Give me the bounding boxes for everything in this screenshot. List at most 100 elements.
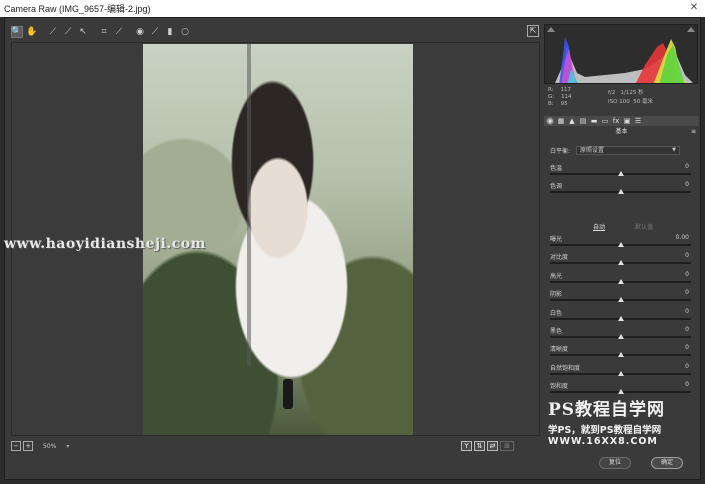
camera-calibration-icon[interactable]: ▣ (623, 117, 631, 125)
tone-curve-icon[interactable]: ▦ (557, 117, 565, 125)
slider-thumb[interactable] (617, 334, 624, 339)
before-after-toggle-button[interactable]: Y (461, 441, 472, 451)
slider-label: 饱和度 (550, 383, 569, 391)
highlight-clipping-warning-icon[interactable] (687, 27, 695, 32)
slider-row: 曝光 0.00 (550, 234, 693, 254)
r-label: R: (548, 87, 554, 93)
slider-label: 曝光 (550, 236, 563, 243)
targeted-adjust-icon[interactable]: ↖ (77, 26, 89, 38)
slider-label: 高光 (550, 272, 563, 280)
zoom-level[interactable]: 50% (43, 443, 56, 450)
window-close-icon[interactable]: ✕ (687, 2, 701, 14)
zoom-icon[interactable]: 🔍 (11, 26, 23, 38)
zoom-out-button[interactable]: − (11, 441, 21, 451)
hsl-icon[interactable]: ▤ (579, 117, 587, 125)
white-balance-label: 白平衡: (550, 147, 571, 155)
exif-line-1: f/2 1/125 秒 (608, 89, 653, 98)
white-balance-value: 原照设置 (580, 146, 605, 154)
slider-thumb[interactable] (617, 171, 624, 176)
basic-icon[interactable]: ◉ (546, 117, 554, 125)
slider-row: 白色 0 (550, 308, 693, 328)
slider-thumb[interactable] (617, 315, 624, 321)
default-link[interactable]: 默认值 (635, 222, 653, 231)
slider-value-field[interactable]: 0 (685, 163, 689, 170)
swap-settings-button[interactable]: ⇅ (474, 441, 485, 451)
slider-thumb[interactable] (617, 297, 624, 303)
slider-thumb[interactable] (617, 278, 624, 284)
slider-thumb[interactable] (617, 189, 624, 194)
brand-watermark-slogan: 学PS，就到PS教程自学网 (548, 425, 662, 436)
slider-row: 高光 0 (550, 271, 693, 291)
panel-menu-icon[interactable]: ≡ (691, 127, 696, 136)
brand-watermark-title: PS教程自学网 (548, 400, 666, 420)
panel-header: 基本 ≡ (544, 127, 699, 136)
ok-button-wrap: 确定 (651, 457, 684, 469)
copy-settings-button[interactable]: ⇄ (487, 441, 498, 451)
g-readout: G: 114 (548, 94, 572, 101)
iso-value: ISO 100 (608, 99, 630, 105)
view-buttons: Y ⇅ ⇄ ⊞ (459, 441, 514, 451)
slider-label: 色调 (550, 183, 563, 190)
slider-value-field[interactable]: 0.00 (676, 234, 689, 241)
reset-button[interactable]: 复位 (599, 457, 632, 469)
slider-label: 清晰度 (550, 346, 569, 354)
presets-icon[interactable]: ☰ (634, 117, 642, 125)
slider-value-field[interactable]: 0 (685, 308, 689, 315)
zoom-in-button[interactable]: + (23, 441, 33, 451)
slider-row: 黑色 0 (550, 326, 693, 346)
lens-icon[interactable]: ▭ (601, 117, 609, 125)
slider-value-field[interactable]: 0 (685, 344, 689, 351)
slider-value-field[interactable]: 0 (685, 363, 689, 370)
slider-label: 色温 (550, 165, 563, 172)
effects-icon[interactable]: fx (612, 117, 620, 125)
slider-value-field[interactable]: 0 (685, 181, 689, 188)
slider-row: 对比度 0 (550, 252, 693, 272)
r-readout: R: 117 (548, 87, 572, 94)
split-toning-icon[interactable]: ▬ (590, 117, 598, 125)
ok-button[interactable]: 确定 (651, 457, 684, 469)
histogram-graph (555, 37, 693, 83)
slider-row: 色调 0 (550, 181, 693, 201)
detail-icon[interactable]: ▲ (568, 117, 576, 125)
hand-icon[interactable]: ✋ (26, 26, 38, 38)
zoom-dropdown-icon[interactable]: ▾ (66, 443, 69, 450)
rgb-readout: R: 117 G: 114 B: 95 (548, 87, 572, 108)
slider-row: 清晰度 0 (550, 344, 693, 364)
slider-value-field[interactable]: 0 (685, 289, 689, 296)
preview-statusbar: − + 50% ▾ Y ⇅ ⇄ ⊞ (11, 439, 540, 453)
chevron-down-icon: ▼ (672, 146, 677, 153)
auto-link[interactable]: 自动 (593, 222, 605, 231)
panel-title: 基本 (615, 128, 628, 135)
toolbar: 🔍 ✋ ⟋ ⟋ ↖ ⌗ ⟋ ◉ ⟋ ▮ ○ ⇱ (11, 24, 539, 40)
slider-label: 对比度 (550, 254, 569, 262)
slider-value-field[interactable]: 0 (685, 381, 689, 388)
slider-thumb[interactable] (617, 370, 624, 376)
slider-value-field[interactable]: 0 (685, 326, 689, 333)
focal-length-value: 50 毫米 (633, 99, 653, 105)
slider-value-field[interactable]: 0 (685, 271, 689, 278)
slider-thumb[interactable] (617, 389, 624, 395)
spot-removal-icon[interactable]: ⟋ (113, 26, 125, 38)
graduated-filter-icon[interactable]: ▮ (164, 26, 176, 38)
white-balance-select[interactable]: 原照设置 ▼ (576, 145, 681, 155)
shadow-clipping-warning-icon[interactable] (547, 27, 555, 32)
slider-thumb[interactable] (617, 260, 624, 266)
red-eye-icon[interactable]: ◉ (134, 26, 146, 38)
aperture-value: f/2 (608, 90, 616, 96)
color-sampler-icon[interactable]: ⟋ (62, 26, 74, 38)
r-value: 117 (560, 87, 572, 93)
slider-row: 阴影 0 (550, 289, 693, 309)
slider-thumb[interactable] (617, 352, 624, 358)
umbrella-handle (283, 379, 293, 409)
window-title: Camera Raw (IMG_9657-编辑-2.jpg) (4, 4, 151, 14)
radial-filter-icon[interactable]: ○ (179, 26, 191, 38)
toggle-defaults-button[interactable]: ⊞ (500, 441, 514, 451)
white-balance-icon[interactable]: ⟋ (47, 26, 59, 38)
adjustment-brush-icon[interactable]: ⟋ (149, 26, 161, 38)
fullscreen-toggle-icon[interactable]: ⇱ (527, 25, 539, 37)
window-titlebar: Camera Raw (IMG_9657-编辑-2.jpg) ✕ (0, 0, 705, 17)
slider-value-field[interactable]: 0 (685, 252, 689, 259)
crop-icon[interactable]: ⌗ (98, 26, 110, 38)
g-label: G: (548, 94, 555, 100)
slider-thumb[interactable] (617, 242, 624, 247)
